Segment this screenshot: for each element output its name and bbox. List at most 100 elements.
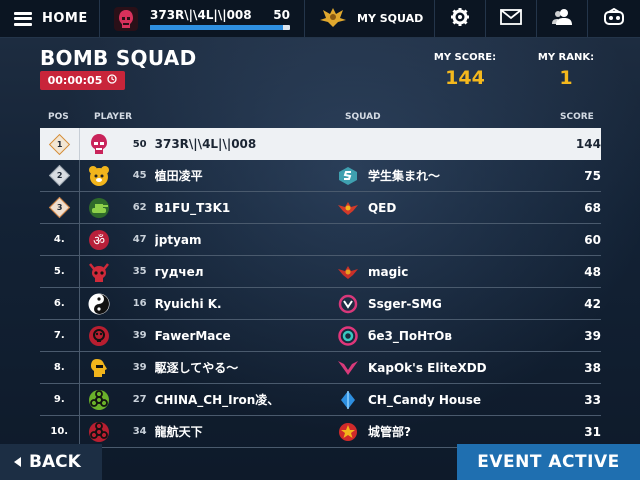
switch-account-button[interactable]	[588, 0, 639, 38]
my-rank-label: MY RANK:	[537, 52, 595, 63]
player-name: FawerMace	[154, 328, 231, 343]
my-score: MY SCORE: 144	[430, 52, 500, 89]
leaderboard-row-4[interactable]: 4. ॐ 47 jptyam 60	[40, 224, 601, 256]
s-shield-emblem-icon	[336, 166, 360, 186]
position-cell: 7.	[40, 320, 80, 351]
player-score: 42	[584, 296, 601, 311]
player-name: Ryuichi K.	[154, 296, 222, 311]
skull-mask-icon	[87, 132, 111, 156]
player-score: 48	[584, 264, 601, 279]
my-score-label: MY SCORE:	[433, 52, 497, 63]
yin-yang-icon	[87, 292, 111, 316]
position-cell: 4.	[40, 224, 80, 255]
leaderboard-row-9[interactable]: 9. 27 CHINA_CH_Iron凌、 CH_Candy House 33	[40, 384, 601, 416]
star-emblem-icon	[336, 422, 360, 442]
winged-emblem-icon	[336, 264, 360, 280]
envelope-icon	[500, 8, 522, 29]
winged-emblem-icon	[336, 200, 360, 216]
squad-name: 城管部?	[367, 425, 411, 439]
position-cell: 6.	[40, 288, 80, 319]
column-header-pos: POS	[48, 112, 69, 122]
home-button[interactable]: HOME	[0, 0, 100, 38]
player-name: CHINA_CH_Iron凌、	[154, 393, 280, 407]
player-level: 16	[132, 298, 147, 309]
position-cell: 1	[40, 128, 80, 160]
back-label: BACK	[29, 452, 81, 472]
player-score: 144	[575, 137, 601, 151]
event-active-button[interactable]: EVENT ACTIVE	[457, 444, 640, 480]
squad-name: KapOk's EliteXDD	[367, 360, 487, 375]
gear-icon	[450, 7, 470, 31]
leaderboard-row-5[interactable]: 5. 35 гудчел magic 48	[40, 256, 601, 288]
column-header-player: PLAYER	[94, 112, 133, 122]
om-symbol-icon: ॐ	[87, 228, 111, 252]
player-name: B1FU_T3K1	[154, 200, 231, 215]
v-wings-emblem-icon	[336, 359, 360, 377]
tank-icon	[87, 196, 111, 220]
squad-name: 学生集まれ〜	[367, 169, 440, 183]
clock-icon	[107, 74, 118, 87]
player-name: 駆逐してやる〜	[154, 361, 239, 375]
player-level: 47	[132, 234, 147, 245]
position-cell: 2	[40, 160, 80, 191]
player-level: 62	[132, 202, 147, 213]
my-squad-button[interactable]: MY SQUAD	[305, 0, 435, 38]
blue-crystal-emblem-icon	[336, 390, 360, 410]
player-level: 35	[132, 266, 147, 277]
my-rank: MY RANK: 1	[535, 52, 597, 89]
player-score: 39	[584, 328, 601, 343]
player-level: 39	[132, 330, 147, 341]
top-bar: HOME 373R\|\4L|\|008 50 MY SQUAD	[0, 0, 640, 38]
my-score-value: 144	[445, 67, 485, 89]
player-score: 60	[584, 232, 601, 247]
column-header-squad: SQUAD	[345, 112, 381, 122]
friends-icon	[551, 8, 573, 30]
player-profile[interactable]: 373R\|\4L|\|008 50	[100, 0, 305, 38]
biohazard-red-icon	[87, 420, 111, 444]
player-name: jptyam	[154, 232, 202, 247]
squad-name: Ssger-SMG	[367, 296, 442, 311]
leaderboard-row-3[interactable]: 3 62 B1FU_T3K1 QED 68	[40, 192, 601, 224]
ring-emblem-icon	[336, 294, 360, 314]
player-level: 39	[132, 362, 147, 373]
friends-button[interactable]	[537, 0, 588, 38]
leaderboard-row-8[interactable]: 8. 39 駆逐してやる〜 KapOk's EliteXDD 38	[40, 352, 601, 384]
menu-icon	[14, 11, 32, 26]
player-name: гудчел	[154, 264, 204, 279]
my-rank-value: 1	[559, 67, 573, 89]
back-arrow-icon	[14, 457, 21, 467]
profile-head-icon	[87, 356, 111, 380]
skull-mask-icon	[114, 6, 138, 31]
my-squad-label: MY SQUAD	[357, 12, 424, 25]
player-name: 373R\|\4L|\|008	[150, 7, 252, 22]
position-cell: 10.	[40, 416, 80, 447]
timer-value: 00:00:05	[47, 74, 103, 87]
settings-button[interactable]	[435, 0, 486, 38]
back-button[interactable]: BACK	[0, 444, 102, 480]
svg-text:ॐ: ॐ	[93, 234, 105, 249]
event-title: BOMB SQUAD	[40, 46, 197, 70]
player-level: 50	[132, 138, 147, 150]
mail-button[interactable]	[486, 0, 537, 38]
player-level: 27	[132, 394, 147, 405]
player-level: 50	[273, 7, 290, 22]
rank-diamond-icon: 1	[48, 133, 70, 155]
leaderboard-row-7[interactable]: 7. 39 FawerMace бе3_ПоНтОв 39	[40, 320, 601, 352]
leaderboard-row-6[interactable]: 6. 16 Ryuichi K. Ssger-SMG 42	[40, 288, 601, 320]
squad-emblem-icon	[319, 6, 347, 32]
event-active-label: EVENT ACTIVE	[477, 452, 620, 472]
player-score: 33	[584, 392, 601, 407]
leaderboard-row-2[interactable]: 2 45 植田凌平 学生集まれ〜 75	[40, 160, 601, 192]
xp-progress-bar	[150, 24, 290, 30]
position-cell: 5.	[40, 256, 80, 287]
player-level: 34	[132, 426, 147, 437]
column-header-score: SCORE	[560, 112, 594, 122]
leaderboard-row-1[interactable]: 1 50 373R\|\4L|\|008 144	[40, 128, 601, 160]
player-level: 45	[132, 170, 147, 181]
home-label: HOME	[42, 11, 88, 26]
account-switch-icon	[603, 7, 625, 30]
squad-name: magic	[367, 264, 409, 279]
event-timer: 00:00:05	[40, 71, 125, 90]
player-name: 植田凌平	[154, 169, 203, 183]
rank-diamond-icon: 3	[48, 196, 70, 219]
